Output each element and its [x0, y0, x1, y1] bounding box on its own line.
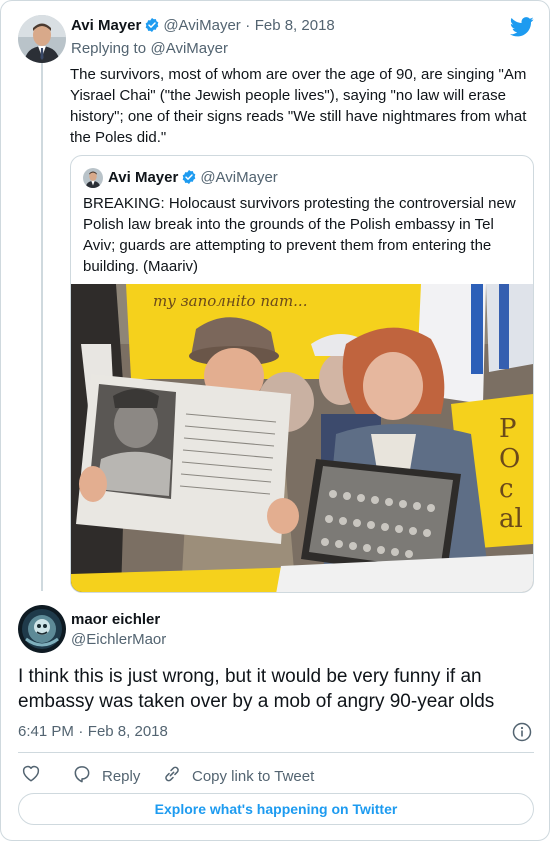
- verified-badge-icon: [181, 169, 197, 190]
- dot-separator: ·: [245, 17, 251, 34]
- info-icon[interactable]: [512, 722, 532, 747]
- explore-twitter-button[interactable]: Explore what's happening on Twitter: [18, 793, 534, 825]
- heart-icon: [21, 764, 51, 786]
- verified-badge-icon: [144, 17, 160, 38]
- twitter-bird-icon[interactable]: [509, 16, 534, 43]
- main-tweet-time[interactable]: 6:41 PM: [18, 723, 74, 740]
- quoted-tweet-photo[interactable]: my заполнito nam... PO cal: [71, 284, 533, 592]
- main-tweet-text: I think this is just wrong, but it would…: [18, 666, 495, 712]
- quoted-tweet-text: BREAKING: Holocaust survivors protesting…: [83, 195, 516, 275]
- maor-eichler-avatar[interactable]: [18, 605, 66, 653]
- replying-to-line: Replying to @AviMayer: [71, 40, 228, 58]
- embedded-tweet-card: Avi Mayer @AviMayer · Feb 8, 2018 Replyin…: [0, 0, 550, 841]
- parent-tweet-text: The survivors, most of whom are over the…: [70, 66, 527, 146]
- thread-connector-line: [41, 63, 43, 591]
- reply-label: Reply: [102, 767, 141, 785]
- quoted-author-line: Avi Mayer @AviMayer: [108, 169, 278, 190]
- photo-sign-right-text: PO cal: [499, 414, 523, 534]
- copy-link-label: Copy link to Tweet: [192, 767, 315, 785]
- reply-button[interactable]: Reply: [72, 764, 140, 788]
- parent-tweet-date[interactable]: Feb 8, 2018: [255, 17, 335, 34]
- parent-author-name[interactable]: Avi Mayer: [71, 17, 141, 34]
- replying-to-handle[interactable]: @AviMayer: [151, 40, 228, 57]
- reply-bubble-icon: [72, 764, 102, 788]
- link-icon: [162, 764, 192, 788]
- divider: [18, 752, 534, 753]
- main-tweet-timestamp: 6:41 PM · Feb 8, 2018: [18, 723, 168, 741]
- replying-to-label: Replying to: [71, 40, 147, 57]
- like-button[interactable]: [21, 764, 51, 786]
- quoted-tweet[interactable]: Avi Mayer @AviMayer BREAKING: Holocaust s…: [70, 155, 534, 593]
- avi-mayer-avatar[interactable]: [18, 15, 66, 63]
- quoted-author-handle: @AviMayer: [200, 169, 278, 186]
- main-author-name[interactable]: maor eichler: [71, 611, 160, 628]
- photo-sign-left-text: my заполнito nam...: [153, 292, 308, 310]
- parent-author-handle[interactable]: @AviMayer: [163, 17, 240, 34]
- quoted-author-name: Avi Mayer: [108, 169, 179, 186]
- parent-tweet-author-line: Avi Mayer @AviMayer · Feb 8, 2018: [71, 17, 335, 38]
- copy-link-button[interactable]: Copy link to Tweet: [162, 764, 314, 788]
- quoted-author-avatar: [83, 168, 103, 188]
- dot-separator: ·: [78, 723, 84, 740]
- main-author-handle[interactable]: @EichlerMaor: [71, 631, 166, 648]
- main-tweet-date[interactable]: Feb 8, 2018: [88, 723, 168, 740]
